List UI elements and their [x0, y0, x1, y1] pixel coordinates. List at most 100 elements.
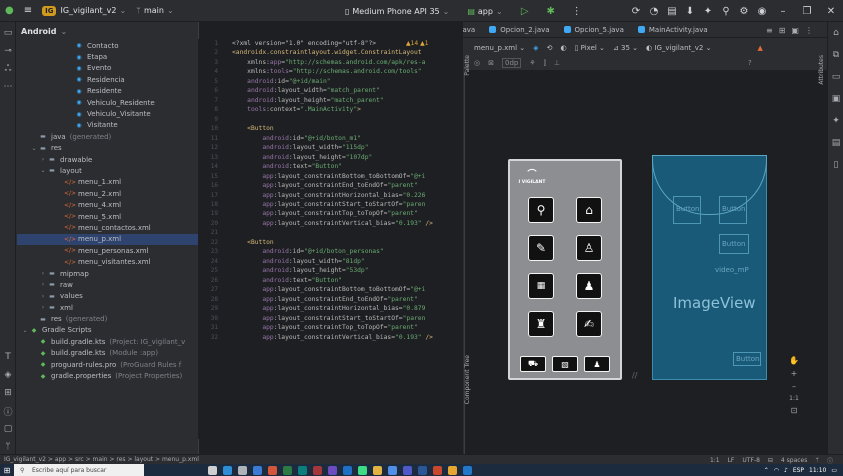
file-selector[interactable]: menu_p.xml ⌄	[474, 44, 525, 52]
code-line[interactable]: android:id="@+id/main"	[232, 77, 458, 86]
build-tool-icon[interactable]: T	[0, 348, 16, 366]
apps-icon[interactable]	[388, 465, 397, 475]
code-line[interactable]	[232, 228, 458, 237]
explorer-icon[interactable]	[373, 465, 382, 475]
user-add-button[interactable]: ♟	[584, 356, 610, 372]
magic-wand-icon[interactable]: ⚘	[529, 59, 535, 67]
default-margin[interactable]: 0dp	[501, 58, 522, 68]
tray-up-icon[interactable]: ⌃	[764, 467, 769, 474]
tree-item[interactable]: </> menu_2.xml	[17, 188, 198, 199]
theme-selector[interactable]: ◐ IG_vigilant_v2 ⌄	[646, 44, 711, 52]
tree-item[interactable]: ▬ res (generated)	[17, 313, 198, 324]
problems-icon[interactable]: ⓘ	[0, 402, 16, 420]
device-mirror-icon[interactable]: ▭	[828, 66, 843, 88]
vscode-icon[interactable]	[463, 465, 472, 475]
chevron-down-icon[interactable]: ⌄	[30, 145, 38, 152]
editor-tab[interactable]: Opcion_2.java	[482, 22, 556, 37]
chevron-right-icon[interactable]: ›	[39, 293, 47, 300]
fit-screen-icon[interactable]: ⊡	[791, 406, 798, 415]
view-options-icon[interactable]: ◎	[474, 59, 480, 67]
checklist-button[interactable]: ✎	[528, 235, 554, 261]
code-line[interactable]: app:layout_constraintBottom_toBottomOf="…	[232, 172, 458, 181]
gemini-side-icon[interactable]: ✦	[828, 110, 843, 132]
warning-icon[interactable]: ▲	[757, 44, 762, 52]
tree-item[interactable]: ◆ build.gradle.kts (Module :app)	[17, 348, 198, 359]
tree-item[interactable]: ◉ Visitante	[17, 120, 198, 131]
running-devices-icon[interactable]: ▣	[828, 88, 843, 110]
code-line[interactable]: app:layout_constraintBottom_toBottomOf="…	[232, 285, 458, 294]
code-line[interactable]: android:layout_width="115dp"	[232, 143, 458, 152]
chevron-right-icon[interactable]: ›	[39, 304, 47, 311]
code-line[interactable]: <Button	[232, 238, 458, 247]
store-icon[interactable]	[253, 465, 262, 475]
tree-item[interactable]: ◆ build.gradle.kts (Project: IG_vigilant_v	[17, 336, 198, 347]
vcs-status-icon[interactable]: ᛘ	[815, 457, 819, 464]
code-line[interactable]	[232, 115, 458, 124]
commit-tool-icon[interactable]: ⊸	[0, 42, 16, 60]
blueprint-preview[interactable]: Button Button Button video_mP ImageView …	[652, 155, 767, 380]
tree-item[interactable]: ◆ gradle.properties (Project Properties)	[17, 370, 198, 381]
input-language[interactable]: ESP	[793, 467, 804, 474]
tab-more-icon[interactable]: ⋮	[805, 26, 813, 35]
orientation-icon[interactable]: ⟲	[547, 44, 553, 52]
chevron-down-icon[interactable]: ⌄	[21, 327, 29, 334]
caret-position[interactable]: 1:1	[710, 457, 720, 464]
zoom-out-icon[interactable]: –	[792, 382, 796, 391]
debug-icon[interactable]: ✱	[542, 0, 560, 22]
tree-item[interactable]: </> menu_p.xml	[17, 233, 198, 246]
api-selector[interactable]: ⊿ 35 ⌄	[613, 44, 638, 52]
search-icon[interactable]: ⚲	[717, 0, 735, 22]
code-line[interactable]: <androidx.constraintlayout.widget.Constr…	[232, 48, 458, 57]
code-line[interactable]: app:layout_constraintHorizontal_bias="0.…	[232, 191, 458, 200]
tree-item[interactable]: </> menu_visitantes.xml	[17, 256, 198, 267]
teams-icon[interactable]	[403, 465, 412, 475]
close-icon[interactable]: ✕	[819, 0, 843, 22]
task-view-icon[interactable]	[208, 465, 217, 475]
tree-item[interactable]: ◉ Contacto	[17, 40, 198, 51]
tree-item[interactable]: ⌄ ▬ layout	[17, 165, 198, 176]
code-line[interactable]: app:layout_constraintStart_toStartOf="pa…	[232, 200, 458, 209]
mail-icon[interactable]	[343, 465, 352, 475]
notifications-tray-icon[interactable]: ▭	[831, 467, 837, 474]
code-line[interactable]: app:layout_constraintEnd_toEndOf="parent…	[232, 295, 458, 304]
chevron-right-icon[interactable]: ›	[39, 281, 47, 288]
app-inspection-icon[interactable]: ⊞	[0, 384, 16, 402]
night-mode-icon[interactable]: ◐	[560, 44, 566, 52]
project-switcher[interactable]: IG IG_vigilant_v2 ⌄	[37, 0, 131, 22]
code-view-icon[interactable]: ≡	[766, 26, 773, 35]
tree-item[interactable]: ◆ proguard-rules.pro (ProGuard Rules f	[17, 359, 198, 370]
database-icon[interactable]: ⊟	[768, 457, 773, 464]
tree-item[interactable]: › ▬ mipmap	[17, 268, 198, 279]
tree-item[interactable]: </> menu_contactos.xml	[17, 222, 198, 233]
device-manager-icon[interactable]: ▤	[663, 0, 681, 22]
code-line[interactable]: android:text="Button"	[232, 276, 458, 285]
chevron-right-icon[interactable]: ›	[39, 270, 47, 277]
code-line[interactable]: tools:context=".MainActivity">	[232, 105, 458, 114]
emulator-icon[interactable]: ▯	[828, 154, 843, 176]
gemini-icon[interactable]: ✦	[699, 0, 717, 22]
editor-tab[interactable]: MainActivity.java	[631, 22, 715, 37]
clock[interactable]: 11:10	[809, 467, 826, 474]
tree-item[interactable]: </> menu_1.xml	[17, 177, 198, 188]
gradle-icon[interactable]: ⧉	[828, 44, 843, 66]
tree-item[interactable]: ◉ Residencia	[17, 74, 198, 85]
code-line[interactable]: android:layout_height="107dp"	[232, 153, 458, 162]
constraint-icon[interactable]: ⊠	[488, 59, 494, 67]
editor-tab[interactable]: Opcion_5.java	[557, 22, 631, 37]
tree-item[interactable]: ◉ Vehiculo_Residente	[17, 97, 198, 108]
device-selector[interactable]: ▯ Medium Phone API 35 ⌄	[340, 0, 454, 22]
publisher-icon[interactable]	[298, 465, 307, 475]
word-icon[interactable]	[418, 465, 427, 475]
code-editor[interactable]: 1 2 3 4 5 6 7 8 9 10 11 12 13 14 15 16 17 18 19 20 21 22 23 24 2…	[198, 39, 463, 439]
vs-icon[interactable]	[328, 465, 337, 475]
tree-item[interactable]: ◉ Etapa	[17, 51, 198, 62]
code-line[interactable]: android:layout_width="match_parent"	[232, 86, 458, 95]
notifications-icon[interactable]: ⌂	[828, 22, 843, 44]
help-icon[interactable]: ?	[748, 59, 752, 67]
tree-item[interactable]: </> menu_4.xml	[17, 199, 198, 210]
project-tool-icon[interactable]: ▭	[0, 24, 16, 42]
code-line[interactable]: app:layout_constraintHorizontal_bias="0.…	[232, 304, 458, 313]
logcat-icon[interactable]: ◈	[0, 366, 16, 384]
tree-item[interactable]: </> menu_personas.xml	[17, 245, 198, 256]
tree-item[interactable]: ⌄ ◆ Gradle Scripts	[17, 325, 198, 336]
